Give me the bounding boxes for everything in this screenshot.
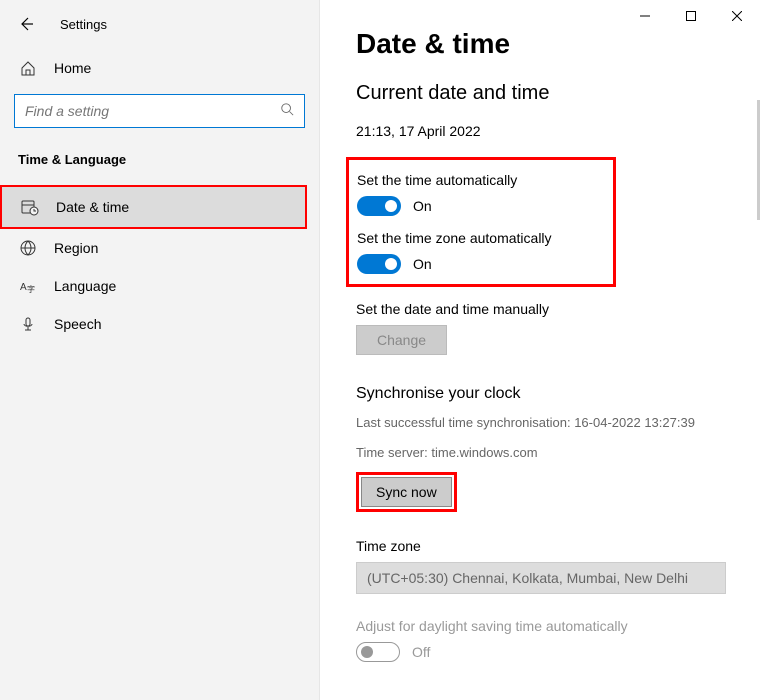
language-icon: A字 [18, 278, 38, 294]
dst-toggle [356, 642, 400, 662]
back-button[interactable] [16, 14, 36, 34]
home-nav[interactable]: Home [0, 50, 319, 86]
timezone-label: Time zone [356, 538, 724, 554]
window-title: Settings [60, 17, 107, 32]
svg-text:A: A [20, 282, 27, 293]
auto-tz-label: Set the time zone automatically [357, 230, 605, 246]
change-button: Change [356, 325, 447, 355]
auto-tz-toggle[interactable] [357, 254, 401, 274]
search-icon [280, 102, 294, 121]
dst-state: Off [412, 644, 430, 660]
close-button[interactable] [714, 0, 760, 32]
microphone-icon [18, 316, 38, 332]
auto-time-label: Set the time automatically [357, 172, 605, 188]
current-datetime: 21:13, 17 April 2022 [356, 123, 724, 139]
main-content: Date & time Current date and time 21:13,… [320, 0, 760, 700]
nav-language[interactable]: A字 Language [0, 267, 319, 305]
nav-label: Speech [54, 316, 101, 332]
sync-last: Last successful time synchronisation: 16… [356, 413, 724, 433]
dst-label: Adjust for daylight saving time automati… [356, 618, 724, 634]
sync-title: Synchronise your clock [356, 385, 724, 403]
home-icon [18, 60, 38, 76]
calendar-clock-icon [20, 198, 40, 216]
timezone-select: (UTC+05:30) Chennai, Kolkata, Mumbai, Ne… [356, 562, 726, 594]
home-label: Home [54, 60, 91, 76]
sidebar: Settings Home Time & Language Date & tim… [0, 0, 320, 700]
sync-server: Time server: time.windows.com [356, 443, 724, 463]
minimize-button[interactable] [622, 0, 668, 32]
highlight-box-sync: Sync now [356, 472, 457, 512]
manual-label: Set the date and time manually [356, 301, 724, 317]
maximize-button[interactable] [668, 0, 714, 32]
nav-region[interactable]: Region [0, 229, 319, 267]
nav-label: Language [54, 278, 116, 294]
section-current-datetime: Current date and time [356, 82, 724, 105]
auto-tz-state: On [413, 256, 432, 272]
svg-text:字: 字 [27, 284, 35, 294]
page-title: Date & time [356, 28, 724, 60]
highlight-box-toggles: Set the time automatically On Set the ti… [346, 157, 616, 287]
category-header: Time & Language [0, 146, 319, 185]
auto-time-state: On [413, 198, 432, 214]
nav-date-time[interactable]: Date & time [2, 187, 305, 227]
sync-now-button[interactable]: Sync now [361, 477, 452, 507]
search-input[interactable] [25, 103, 280, 119]
nav-label: Region [54, 240, 98, 256]
nav-speech[interactable]: Speech [0, 305, 319, 343]
auto-time-toggle[interactable] [357, 196, 401, 216]
search-input-container[interactable] [14, 94, 305, 128]
globe-icon [18, 240, 38, 256]
nav-label: Date & time [56, 199, 129, 215]
